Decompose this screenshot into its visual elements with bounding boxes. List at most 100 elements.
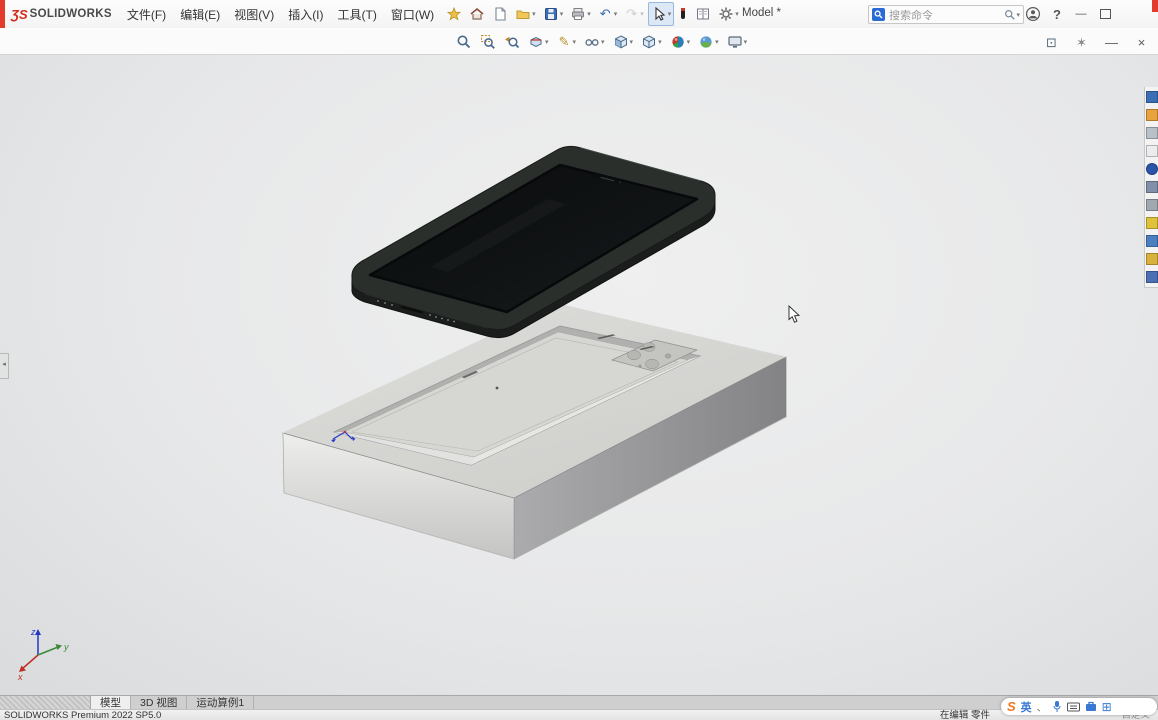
document-tab-bar: 模型 3D 视图 运动算例1 [0,695,1158,710]
edit-appearance-icon[interactable]: ▾ [667,30,694,54]
pin-pane-icon[interactable]: ✶ [1071,31,1092,55]
dropdown-caret-icon[interactable]: ▾ [587,10,591,18]
previous-view-icon[interactable] [501,30,523,54]
tab-1[interactable]: 3D 视图 [131,696,188,710]
taskpane-appearances-icon[interactable] [1145,163,1158,175]
home-icon[interactable] [466,2,488,26]
taskpane-resources-icon[interactable] [1145,91,1158,103]
taskpane-design-library-icon[interactable] [1145,109,1158,121]
quick-access-toolbar: ▾ ▾ ▾ ↶ ▾ ↷ ▾ ▾ ▾ [443,2,742,26]
dropdown-caret-icon[interactable]: ▾ [715,38,719,46]
expand-pane-icon[interactable]: ⊡ [1041,31,1062,55]
restore-icon [1099,9,1111,19]
report-icon[interactable] [692,2,714,26]
3d-model-canvas[interactable] [0,55,1158,695]
new-document-icon[interactable] [489,2,511,26]
dropdown-caret-icon[interactable]: ▾ [668,10,672,18]
mouse-cursor [788,304,801,323]
phone-model[interactable] [351,145,716,339]
menu-item-0[interactable]: 文件(F) [120,1,173,28]
triad-x-label: x [17,672,23,682]
task-pane-strip [1144,87,1158,288]
view-orientation-icon[interactable]: ▾ [638,30,665,54]
taskpane-forum-icon[interactable] [1145,199,1158,211]
taskpane-grid-icon[interactable] [1145,271,1158,283]
help-button[interactable]: ? [1048,5,1066,23]
select-cursor-icon[interactable]: ▾ [647,2,675,26]
taskpane-yellow-icon[interactable] [1145,217,1158,229]
redo-icon[interactable]: ↷ ▾ [621,2,647,26]
tab-0[interactable]: 模型 [91,696,131,710]
ime-mic-icon[interactable] [1052,700,1062,713]
ime-punctuation-icon[interactable]: 、 [1037,699,1047,714]
triad-y-label: y [63,642,69,652]
search-placeholder: 搜索命令 [889,9,933,22]
dropdown-caret-icon[interactable]: ▾ [640,10,644,18]
pane-splitter[interactable] [0,696,91,710]
dropdown-caret-icon[interactable]: ▾ [735,10,739,18]
restore-button[interactable] [1096,5,1114,23]
mold-block-model[interactable] [282,303,788,560]
taskpane-view-palette-icon[interactable] [1145,145,1158,157]
ime-keyboard-icon[interactable] [1066,702,1080,712]
ime-grid-icon[interactable]: ⊞ [1102,700,1112,714]
dropdown-caret-icon[interactable]: ▾ [658,38,662,46]
menu-item-4[interactable]: 工具(T) [331,1,384,28]
menu-item-5[interactable]: 窗口(W) [384,1,441,28]
left-panel-collapse-tab[interactable]: ◂ [0,353,9,379]
status-bar: SOLIDWORKS Premium 2022 SP5.0 在编辑 零件 自定义 [0,709,1158,720]
ime-language-toggle[interactable]: 英 [1021,699,1032,715]
title-bar: ƷS SOLIDWORKS 文件(F) 编辑(E) 视图(V) 插入(I) 工具(T) 窗… [0,0,1158,29]
zoom-fit-icon[interactable] [453,30,475,54]
triad-z-label: z [30,627,36,637]
dropdown-caret-icon[interactable]: ▾ [573,38,577,46]
minimize-doc-icon[interactable]: — [1101,31,1122,55]
sketch-pencil-icon[interactable]: ✎ ▾ [554,30,580,54]
taskpane-blue-icon[interactable] [1145,235,1158,247]
options-gear-icon[interactable]: ▾ [715,2,742,26]
menu-item-2[interactable]: 视图(V) [227,1,281,28]
dropdown-caret-icon[interactable]: ▾ [601,38,605,46]
touch-pen-icon[interactable] [675,2,691,26]
taskpane-split-icon[interactable] [1145,253,1158,265]
solidworks-window: ƷS SOLIDWORKS 文件(F) 编辑(E) 视图(V) 插入(I) 工具(T) 窗… [0,0,1158,720]
save-icon[interactable]: ▾ [540,2,567,26]
account-icon[interactable] [1024,5,1042,23]
search-icon[interactable] [1004,9,1016,21]
dropdown-caret-icon[interactable]: ▾ [532,10,536,18]
ime-logo-icon[interactable]: S [1007,699,1016,714]
view-settings-icon[interactable]: ▾ [724,30,751,54]
menu-item-1[interactable]: 编辑(E) [173,1,227,28]
search-dropdown-icon[interactable]: ▾ [1016,11,1020,19]
zoom-area-icon[interactable] [477,30,499,54]
apply-scene-icon[interactable]: ▾ [695,30,722,54]
solidworks-logo-mark: ƷS [11,6,28,22]
display-style-icon[interactable]: ▾ [610,30,637,54]
search-input[interactable]: 搜索命令 ▾ [868,5,1024,24]
product-version-label: SOLIDWORKS Premium 2022 SP5.0 [4,710,162,720]
taskpane-file-explorer-icon[interactable] [1145,127,1158,139]
dropdown-caret-icon[interactable]: ▾ [560,10,564,18]
taskpane-properties-icon[interactable] [1145,181,1158,193]
tab-2[interactable]: 运动算例1 [187,696,255,710]
menu-item-3[interactable]: 插入(I) [281,1,330,28]
ime-toolbar[interactable]: S 英 、 ⊞ [1001,698,1157,715]
pin-toolbar-icon[interactable] [443,2,465,26]
close-doc-icon[interactable]: × [1131,31,1152,55]
hide-show-items-icon[interactable]: ▾ [581,30,608,54]
dropdown-caret-icon[interactable]: ▾ [614,10,618,18]
close-button[interactable] [1152,0,1158,12]
dropdown-caret-icon[interactable]: ▾ [545,38,549,46]
ime-toolbox-icon[interactable] [1085,701,1097,712]
solidworks-logo: ƷS SOLIDWORKS [11,7,112,22]
section-view-icon[interactable]: ▾ [525,30,552,54]
viewport[interactable]: ◂ z x y [0,55,1158,695]
minimize-button[interactable]: — [1072,5,1090,23]
dropdown-caret-icon[interactable]: ▾ [687,38,691,46]
minimize-icon: — [1075,8,1087,20]
dropdown-caret-icon[interactable]: ▾ [630,38,634,46]
undo-icon[interactable]: ↶ ▾ [595,2,621,26]
print-icon[interactable]: ▾ [567,2,594,26]
dropdown-caret-icon[interactable]: ▾ [744,38,748,46]
open-document-icon[interactable]: ▾ [512,2,539,26]
